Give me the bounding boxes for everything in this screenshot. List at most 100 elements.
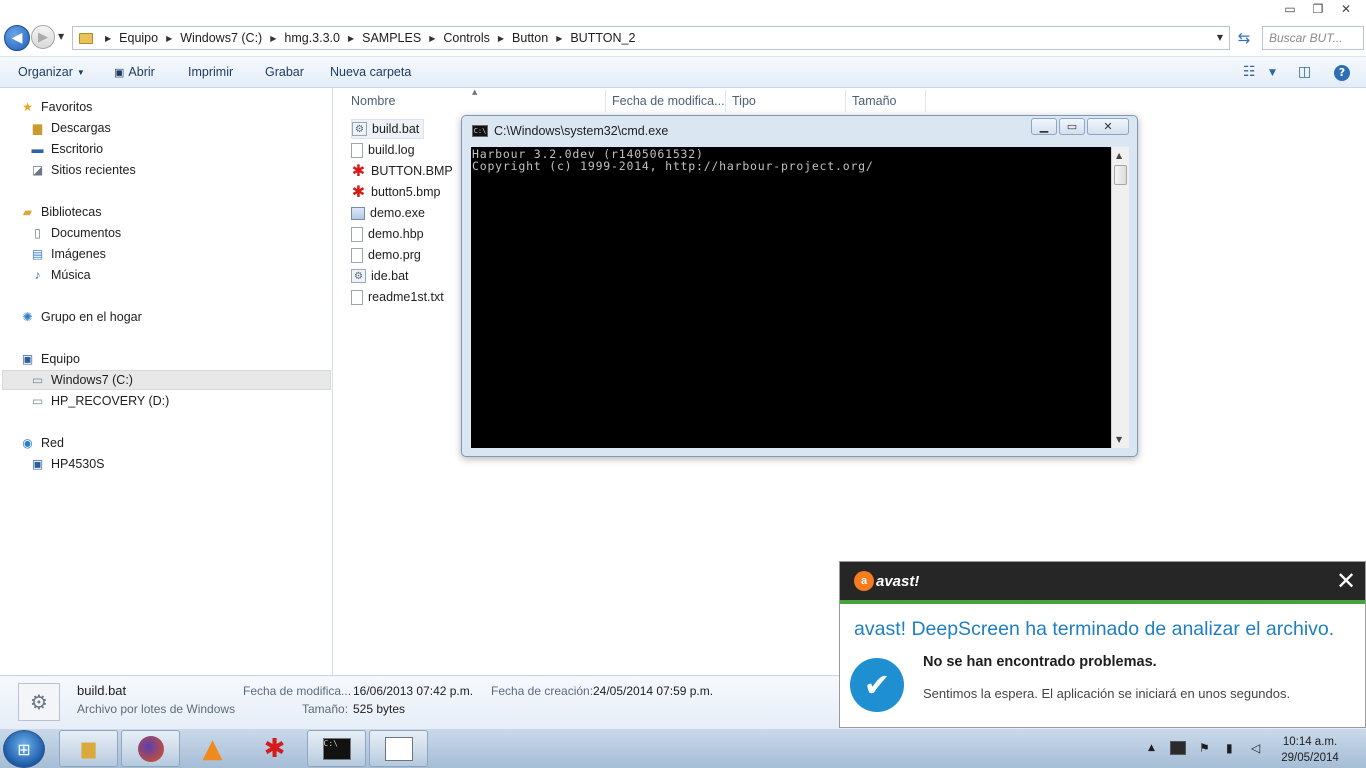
nav-documents[interactable]: ▯ Documentos: [30, 223, 121, 243]
file-row[interactable]: ✱ button5.bmp: [351, 182, 441, 202]
print-button[interactable]: Imprimir: [188, 65, 233, 79]
breadcrumb-controls[interactable]: Controls: [443, 31, 490, 45]
avast-accent-stripe: [840, 600, 1365, 604]
view-dropdown-icon[interactable]: ▼: [1269, 68, 1276, 78]
details-size-value: 525 bytes: [353, 702, 406, 716]
column-size[interactable]: Tamaño: [852, 94, 896, 108]
breadcrumb-separator-icon[interactable]: ▶: [348, 34, 354, 43]
nav-drive-d[interactable]: ▭ HP_RECOVERY (D:): [30, 391, 170, 411]
help-icon[interactable]: ?: [1334, 65, 1350, 81]
graphics-tray-icon[interactable]: [1170, 741, 1186, 755]
column-name[interactable]: Nombre: [351, 94, 395, 108]
breadcrumb-separator-icon[interactable]: ▶: [270, 34, 276, 43]
column-divider[interactable]: [605, 90, 606, 112]
breadcrumb-hmg[interactable]: hmg.3.3.0: [284, 31, 340, 45]
file-row[interactable]: demo.hbp: [351, 224, 424, 244]
column-type[interactable]: Tipo: [732, 94, 756, 108]
breadcrumb-separator-icon[interactable]: ▶: [105, 34, 111, 43]
nav-computer[interactable]: ▣ Equipo: [20, 349, 80, 369]
nav-favorites[interactable]: ★ Favoritos: [20, 97, 92, 117]
breadcrumb-separator-icon[interactable]: ▶: [166, 34, 172, 43]
scroll-up-icon[interactable]: ▲: [1116, 151, 1122, 160]
taskbar-firefox[interactable]: [121, 730, 180, 767]
scrollbar-thumb[interactable]: [1114, 165, 1127, 185]
details-created-label: Fecha de creación:: [491, 684, 594, 698]
organize-button[interactable]: Organizar ▼: [18, 65, 85, 79]
nav-homegroup[interactable]: ✺ Grupo en el hogar: [20, 307, 141, 327]
nav-downloads[interactable]: ▆ Descargas: [30, 118, 111, 138]
sort-ascending-icon: ▲: [472, 88, 478, 96]
breadcrumb-separator-icon[interactable]: ▶: [498, 34, 504, 43]
nav-network-pc[interactable]: ▣ HP4530S: [30, 454, 105, 474]
maximize-button[interactable]: ❐: [1306, 0, 1330, 18]
back-button[interactable]: ◀: [4, 25, 30, 51]
action-center-flag-icon[interactable]: ⚑: [1199, 741, 1210, 755]
console-line: Copyright (c) 1999-2014, http://harbour-…: [472, 159, 874, 173]
file-row[interactable]: demo.prg: [351, 245, 421, 265]
nav-pictures[interactable]: ▤ Imágenes: [30, 244, 106, 264]
file-row[interactable]: ⚙ ide.bat: [351, 266, 409, 286]
file-row[interactable]: demo.exe: [351, 203, 425, 223]
bitmap-file-icon: ✱: [351, 184, 366, 201]
breadcrumb-button2[interactable]: BUTTON_2: [570, 31, 635, 45]
clock-date: 29/05/2014: [1281, 752, 1339, 764]
file-name: demo.exe: [370, 206, 425, 220]
folder-icon: ▆: [81, 738, 96, 759]
refresh-icon[interactable]: ⇆: [1233, 28, 1255, 48]
nav-music-label: Música: [51, 268, 91, 282]
column-divider[interactable]: [925, 90, 926, 112]
file-row[interactable]: build.log: [351, 140, 415, 160]
taskbar-vlc[interactable]: ▲: [183, 730, 242, 767]
taskbar-explorer[interactable]: ▆: [59, 730, 118, 767]
volume-icon[interactable]: ◁: [1251, 741, 1260, 755]
breadcrumb-drive[interactable]: Windows7 (C:): [180, 31, 262, 45]
file-name: demo.hbp: [368, 227, 424, 241]
scroll-down-icon[interactable]: ▼: [1116, 435, 1122, 444]
recent-pages-dropdown[interactable]: ▼: [58, 32, 68, 42]
breadcrumb-separator-icon[interactable]: ▶: [429, 34, 435, 43]
battery-icon[interactable]: ▮: [1226, 741, 1233, 755]
nav-network[interactable]: ◉ Red: [20, 433, 64, 453]
column-date[interactable]: Fecha de modifica...: [612, 94, 725, 108]
breadcrumb-equipo[interactable]: Equipo: [119, 31, 158, 45]
nav-libraries[interactable]: ▰ Bibliotecas: [20, 202, 102, 222]
console-output[interactable]: Harbour 3.2.0dev (r1405061532) Copyright…: [471, 147, 1111, 448]
burn-button[interactable]: Grabar: [265, 65, 304, 79]
preview-pane-icon[interactable]: ◫: [1298, 64, 1311, 80]
cmd-minimize-button[interactable]: ▁: [1031, 118, 1057, 135]
cmd-maximize-button[interactable]: ▭: [1059, 118, 1085, 135]
file-row[interactable]: readme1st.txt: [351, 287, 444, 307]
details-created-value: 24/05/2014 07:59 p.m.: [593, 684, 714, 698]
close-button[interactable]: ✕: [1334, 0, 1358, 18]
breadcrumb-samples[interactable]: SAMPLES: [362, 31, 421, 45]
column-divider[interactable]: [725, 90, 726, 112]
taskbar-cmd[interactable]: C:\: [307, 730, 366, 767]
cmd-window[interactable]: C:\ C:\Windows\system32\cmd.exe ▁ ▭ ✕ Ha…: [461, 115, 1138, 457]
open-button[interactable]: ▣ Abrir: [114, 65, 155, 79]
taskbar-paint[interactable]: ✱: [245, 730, 304, 767]
cmd-close-button[interactable]: ✕: [1087, 118, 1129, 135]
forward-button[interactable]: ▶: [31, 25, 55, 49]
breadcrumb-button[interactable]: Button: [512, 31, 548, 45]
search-input[interactable]: Buscar BUT...: [1262, 26, 1364, 50]
avast-logo: a avast!: [854, 571, 919, 591]
show-hidden-icons[interactable]: ▲: [1148, 743, 1155, 753]
nav-drive-c[interactable]: ▭ Windows7 (C:): [2, 370, 331, 390]
address-dropdown-icon[interactable]: ▼: [1217, 33, 1223, 42]
breadcrumb-separator-icon[interactable]: ▶: [556, 34, 562, 43]
nav-recent[interactable]: ◪ Sitios recientes: [30, 160, 136, 180]
address-bar[interactable]: ▶ Equipo ▶ Windows7 (C:) ▶ hmg.3.3.0 ▶ S…: [72, 26, 1230, 50]
start-button[interactable]: ⊞: [3, 730, 45, 768]
cmd-scrollbar[interactable]: ▲ ▼: [1111, 147, 1129, 448]
view-options-icon[interactable]: ☷: [1243, 64, 1256, 80]
minimize-button[interactable]: ▭: [1278, 0, 1302, 18]
file-row[interactable]: ✱ BUTTON.BMP: [351, 161, 453, 181]
new-folder-button[interactable]: Nueva carpeta: [330, 65, 411, 79]
close-icon[interactable]: ✕: [1333, 567, 1359, 595]
taskbar-app[interactable]: [369, 730, 428, 767]
file-row[interactable]: ⚙ build.bat: [351, 119, 425, 139]
nav-music[interactable]: ♪ Música: [30, 265, 91, 285]
nav-desktop[interactable]: ▬ Escritorio: [30, 139, 104, 159]
column-divider[interactable]: [845, 90, 846, 112]
clock[interactable]: 10:14 a.m. 29/05/2014: [1262, 734, 1358, 766]
